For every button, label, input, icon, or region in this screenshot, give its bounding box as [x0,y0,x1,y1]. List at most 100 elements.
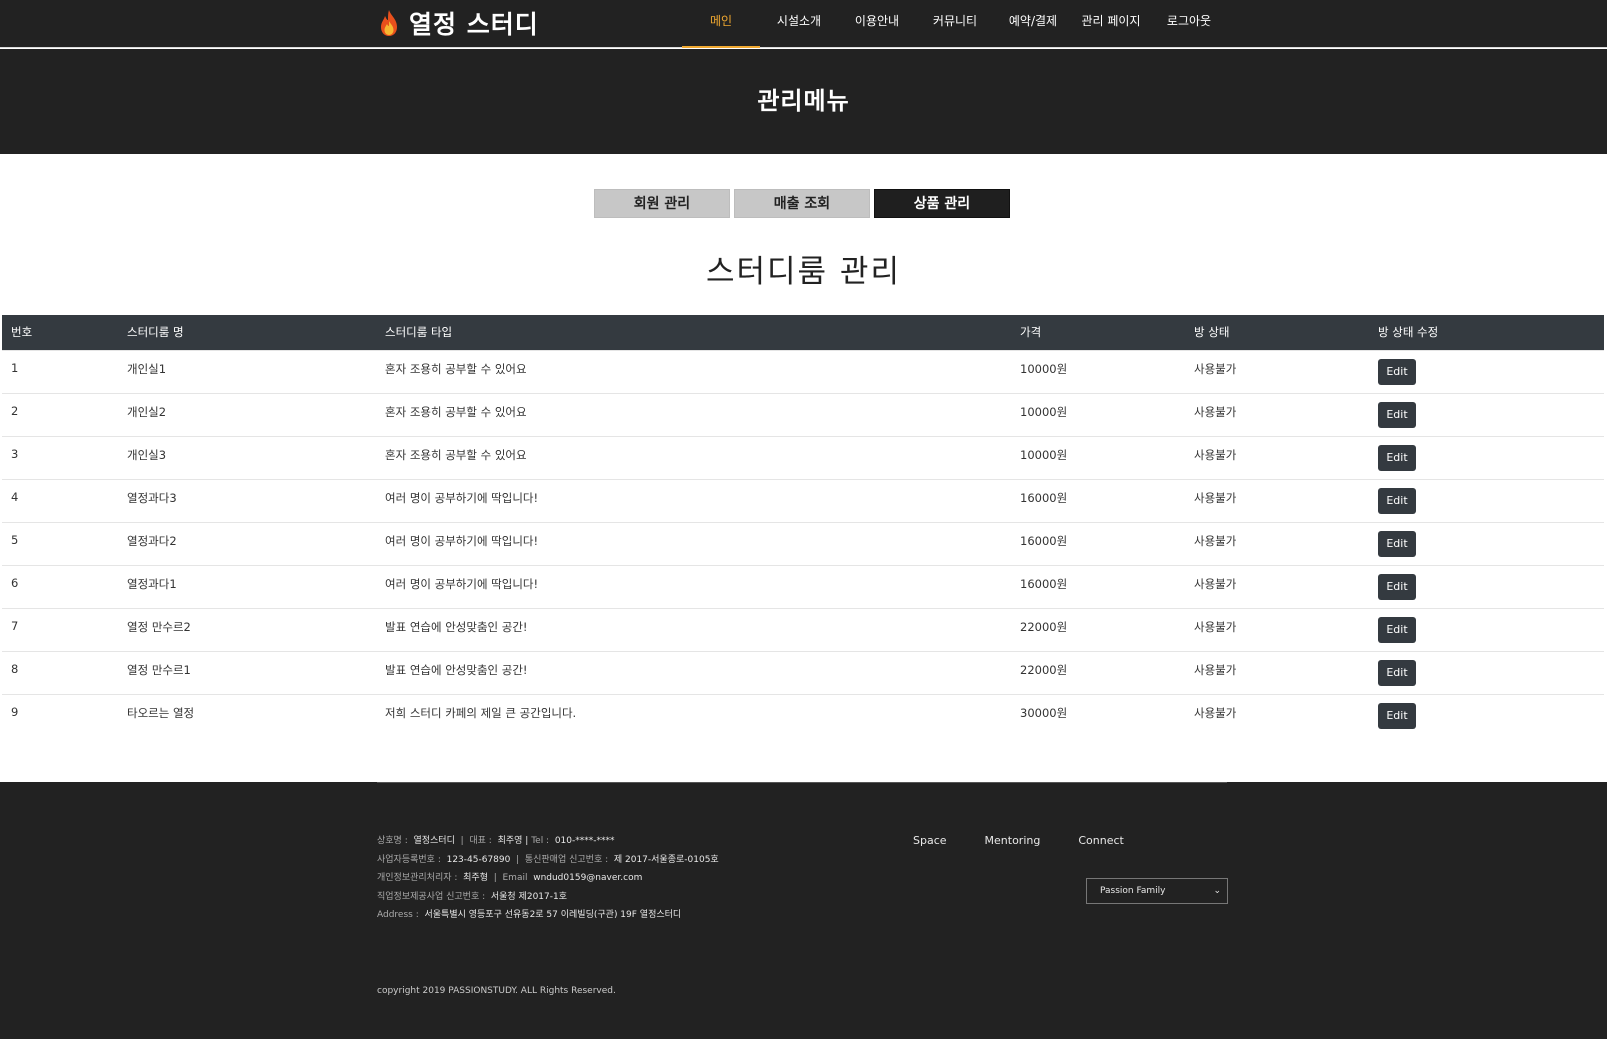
table-row: 7 열정 만수르2 발표 연습에 안성맞춤인 공간! 22000원 사용불가 E… [2,607,1604,651]
privacy-info-line: 개인정보관리처리자 : 최주형 | Email wndud0159@naver.… [377,873,643,883]
cell-price: 30000원 [1011,693,1185,737]
copyright-text: copyright 2019 PASSIONSTUDY. ALL Rights … [377,986,616,996]
table-row: 8 열정 만수르1 발표 연습에 안성맞춤인 공간! 22000원 사용불가 E… [2,650,1604,694]
cell-edit: Edit [1369,392,1604,436]
email-address: wndud0159@naver.com [533,873,643,883]
cell-room-type: 여러 명이 공부하기에 딱입니다! [376,564,1011,608]
edit-button[interactable]: Edit [1378,573,1416,600]
privacy-label: 개인정보관리처리자 : [377,873,458,883]
column-header-edit-status: 방 상태 수정 [1378,325,1439,340]
studyroom-table-container: 번호 스터디룸 명 스터디룸 타입 가격 방 상태 방 상태 수정 1 개인실1… [2,315,1604,737]
edit-button[interactable]: Edit [1378,401,1416,428]
cell-edit: Edit [1369,650,1604,694]
cell-price: 16000원 [1011,478,1185,522]
company-name: 열정스터디 [413,836,455,846]
main-nav: 메인 시설소개 이용안내 커뮤니티 예약/결제 관리 페이지 로그아웃 [682,0,1228,48]
cell-room-name: 열정 만수르1 [118,650,376,694]
edit-button[interactable]: Edit [1378,358,1416,385]
column-header-room-name: 스터디룸 명 [127,325,184,340]
cell-room-status: 사용불가 [1185,478,1369,522]
cell-room-type: 혼자 조용히 공부할 수 있어요 [376,435,1011,479]
tel-label: Tel : [531,836,550,846]
nav-item-reservation[interactable]: 예약/결제 [994,0,1072,48]
cell-room-name: 개인실1 [118,349,376,393]
tab-sales-inquiry[interactable]: 매출 조회 [734,189,870,218]
cell-room-type: 저희 스터디 카페의 제일 큰 공간입니다. [376,693,1011,737]
column-header-number: 번호 [11,325,33,340]
footer-link-connect[interactable]: Connect [1078,834,1123,847]
cell-room-type: 발표 연습에 안성맞춤인 공간! [376,650,1011,694]
address-text: 서울특별시 영등포구 선유동2로 57 이레빌딩(구관) 19F 열정스터디 [424,910,682,920]
logo-text: 열정 스터디 [409,10,539,39]
table-header-row: 번호 스터디룸 명 스터디룸 타입 가격 방 상태 방 상태 수정 [2,315,1604,350]
cell-edit: Edit [1369,521,1604,565]
edit-button[interactable]: Edit [1378,616,1416,643]
family-site-select[interactable]: Passion Family ⌄ [1086,878,1228,904]
cell-room-name: 열정과다2 [118,521,376,565]
cell-edit: Edit [1369,478,1604,522]
footer-link-space[interactable]: Space [913,834,947,847]
edit-button[interactable]: Edit [1378,702,1416,729]
cell-price: 16000원 [1011,564,1185,608]
cell-number: 9 [2,693,118,737]
table-row: 9 타오르는 열정 저희 스터디 카페의 제일 큰 공간입니다. 30000원 … [2,693,1604,737]
cell-edit: Edit [1369,435,1604,479]
column-header-room-type: 스터디룸 타입 [385,325,453,340]
site-logo[interactable]: 열정 스터디 [377,5,539,41]
tab-member-management[interactable]: 회원 관리 [594,189,730,218]
job-label: 직업정보제공사업 신고번호 : [377,891,486,902]
footer-links: Space Mentoring Connect [913,834,1162,847]
cell-room-type: 여러 명이 공부하기에 딱입니다! [376,521,1011,565]
company-info-line: 상호명 : 열정스터디 | 대표 : 최주영 | Tel : 010-****-… [377,836,615,846]
nav-item-main[interactable]: 메인 [682,0,760,48]
cell-room-status: 사용불가 [1185,521,1369,565]
biz-number: 123-45-67890 [446,854,511,865]
nav-item-facilities[interactable]: 시설소개 [760,0,838,48]
job-info-line: 직업정보제공사업 신고번호 : 서울청 제2017-1호 [377,888,719,907]
cell-room-status: 사용불가 [1185,349,1369,393]
cell-number: 7 [2,607,118,651]
edit-button[interactable]: Edit [1378,530,1416,557]
cell-room-name: 개인실2 [118,392,376,436]
page-banner: 관리메뉴 [0,49,1607,154]
edit-button[interactable]: Edit [1378,444,1416,471]
ceo-label: 대표 : [469,836,492,846]
privacy-officer: 최주형 [463,873,488,883]
column-header-room-status: 방 상태 [1194,325,1230,340]
nav-item-logout[interactable]: 로그아웃 [1150,0,1228,48]
cell-number: 3 [2,435,118,479]
mail-order-number: 제 2017-서울종로-0105호 [613,854,719,865]
cell-room-status: 사용불가 [1185,693,1369,737]
cell-room-status: 사용불가 [1185,650,1369,694]
nav-item-community[interactable]: 커뮤니티 [916,0,994,48]
edit-button[interactable]: Edit [1378,659,1416,686]
cell-room-status: 사용불가 [1185,607,1369,651]
cell-room-type: 여러 명이 공부하기에 딱입니다! [376,478,1011,522]
biz-label: 사업자등록번호 : [377,854,441,865]
address-label: Address : [377,910,419,920]
tab-product-management[interactable]: 상품 관리 [874,189,1010,218]
cell-room-status: 사용불가 [1185,435,1369,479]
section-title: 스터디룸 관리 [706,254,901,290]
footer-link-mentoring[interactable]: Mentoring [985,834,1041,847]
top-navbar: 열정 스터디 메인 시설소개 이용안내 커뮤니티 예약/결제 관리 페이지 로그… [0,0,1607,48]
mail-order-label: 통신판매업 신고번호 : [524,854,609,865]
family-site-selected: Passion Family [1100,886,1166,896]
admin-tabs: 회원 관리 매출 조회 상품 관리 [594,189,1014,218]
cell-room-status: 사용불가 [1185,564,1369,608]
cell-edit: Edit [1369,564,1604,608]
tel-number: 010-****-**** [554,836,615,846]
cell-room-type: 혼자 조용히 공부할 수 있어요 [376,349,1011,393]
table-row: 3 개인실3 혼자 조용히 공부할 수 있어요 10000원 사용불가 Edit [2,435,1604,479]
flame-icon [381,10,397,36]
site-footer: 상호명 : 열정스터디 | 대표 : 최주영 | Tel : 010-****-… [0,782,1607,1039]
cell-room-type: 발표 연습에 안성맞춤인 공간! [376,607,1011,651]
cell-price: 10000원 [1011,435,1185,479]
job-number: 서울청 제2017-1호 [490,891,567,902]
column-header-price: 가격 [1020,325,1042,340]
edit-button[interactable]: Edit [1378,487,1416,514]
cell-room-name: 열정과다1 [118,564,376,608]
cell-room-type: 혼자 조용히 공부할 수 있어요 [376,392,1011,436]
nav-item-guide[interactable]: 이용안내 [838,0,916,48]
nav-item-admin[interactable]: 관리 페이지 [1072,0,1150,48]
